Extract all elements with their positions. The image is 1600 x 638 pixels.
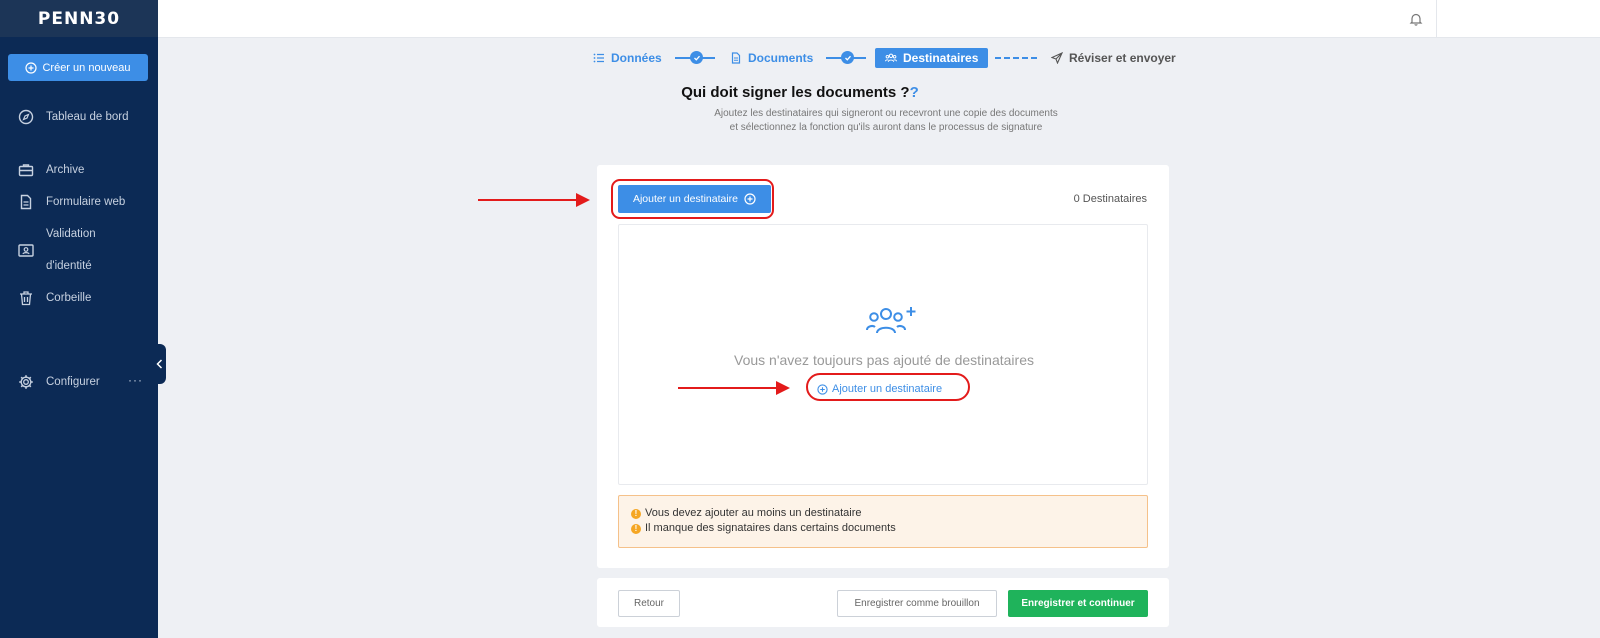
recipients-card: Ajouter un destinataire 0 Destinataires … xyxy=(597,165,1169,568)
add-recipient-link-label: Ajouter un destinataire xyxy=(832,383,943,395)
step-data[interactable]: Données xyxy=(593,48,662,68)
add-recipient-label: Ajouter un destinataire xyxy=(632,193,739,205)
id-card-icon xyxy=(18,244,34,257)
add-users-icon xyxy=(866,307,916,334)
add-recipient-button[interactable]: Ajouter un destinataire xyxy=(618,185,771,213)
topbar-divider xyxy=(1436,0,1437,37)
document-icon xyxy=(20,194,32,210)
users-icon xyxy=(885,53,897,63)
compass-icon xyxy=(18,109,34,125)
sidebar-item-configure[interactable]: Configurer xyxy=(18,366,100,398)
sidebar-item-label: Validation xyxy=(46,228,96,240)
collapse-sidebar-button[interactable] xyxy=(153,344,166,384)
sidebar-item-trash[interactable]: Corbeille xyxy=(18,282,91,314)
warning-text: Vous devez ajouter au moins un destinata… xyxy=(645,507,862,519)
file-icon xyxy=(731,52,741,64)
empty-state-text: Vous n'avez toujours pas ajouté de desti… xyxy=(734,352,1034,368)
sidebar-item-archive[interactable]: Archive xyxy=(18,154,84,186)
stepper: Données Documents Destinataires Réviser … xyxy=(0,48,1600,68)
sidebar-item-label: Tableau de bord xyxy=(46,111,129,123)
step-label: Destinataires xyxy=(903,51,979,65)
warning-row: ! Vous devez ajouter au moins un destina… xyxy=(631,506,1135,521)
sidebar-item-identity-validation[interactable]: Validation d'identité xyxy=(18,218,96,282)
list-icon xyxy=(593,53,604,63)
logo-area: PENN30 xyxy=(0,0,158,37)
step-review-send[interactable]: Réviser et envoyer xyxy=(1051,48,1176,68)
sidebar-item-label: Configurer xyxy=(46,376,100,388)
plus-circle-icon xyxy=(744,193,756,205)
save-continue-button[interactable]: Enregistrer et continuer xyxy=(1008,590,1148,617)
back-button[interactable]: Retour xyxy=(618,590,680,617)
page-title-text: Qui doit signer les documents ? xyxy=(681,84,910,101)
step-recipients[interactable]: Destinataires xyxy=(875,48,989,68)
footer-actions: Retour Enregistrer comme brouillon Enreg… xyxy=(597,578,1169,627)
gear-icon xyxy=(19,375,33,389)
bell-icon[interactable] xyxy=(1409,12,1423,26)
sidebar-item-web-form[interactable]: Formulaire web xyxy=(18,186,125,218)
sidebar-item-label-group: Validation d'identité xyxy=(46,218,96,282)
annotation-arrow xyxy=(478,193,590,207)
help-icon[interactable]: ? xyxy=(910,84,919,101)
send-icon xyxy=(1051,52,1063,64)
chevron-left-icon xyxy=(156,359,163,369)
empty-state: Vous n'avez toujours pas ajouté de desti… xyxy=(618,224,1148,485)
check-icon xyxy=(841,51,854,64)
sidebar-item-label-line2: d'identité xyxy=(46,260,92,272)
plus-circle-icon xyxy=(817,383,828,395)
briefcase-icon xyxy=(18,164,34,177)
sidebar-item-label: Formulaire web xyxy=(46,196,126,208)
save-draft-button[interactable]: Enregistrer comme brouillon xyxy=(837,590,997,617)
topbar xyxy=(158,0,1600,38)
sidebar-item-label: Archive xyxy=(46,164,85,176)
sidebar-item-dashboard[interactable]: Tableau de bord xyxy=(18,101,128,133)
step-connector-pending xyxy=(995,57,1037,59)
trash-icon xyxy=(20,291,32,306)
warning-box: ! Vous devez ajouter au moins un destina… xyxy=(618,495,1148,548)
annotation-arrow xyxy=(678,381,790,395)
step-label: Réviser et envoyer xyxy=(1069,51,1176,65)
page-subtitle: Ajoutez les destinataires qui signeront … xyxy=(714,108,1058,133)
warning-text: Il manque des signataires dans certains … xyxy=(645,522,896,534)
step-label: Documents xyxy=(748,51,814,65)
more-options-icon[interactable]: ··· xyxy=(128,373,143,387)
step-label: Données xyxy=(611,51,662,65)
logo[interactable]: PENN30 xyxy=(38,9,120,29)
warning-icon: ! xyxy=(631,523,641,534)
sidebar-item-label: Corbeille xyxy=(46,292,92,304)
add-recipient-link[interactable]: Ajouter un destinataire xyxy=(817,383,942,395)
recipient-count: 0 Destinataires xyxy=(1073,193,1147,205)
check-icon xyxy=(690,51,703,64)
step-documents[interactable]: Documents xyxy=(730,48,813,68)
warning-row: ! Il manque des signataires dans certain… xyxy=(631,521,1135,536)
page-title: Qui doit signer les documents ?? xyxy=(0,84,1600,101)
warning-icon: ! xyxy=(631,508,641,519)
